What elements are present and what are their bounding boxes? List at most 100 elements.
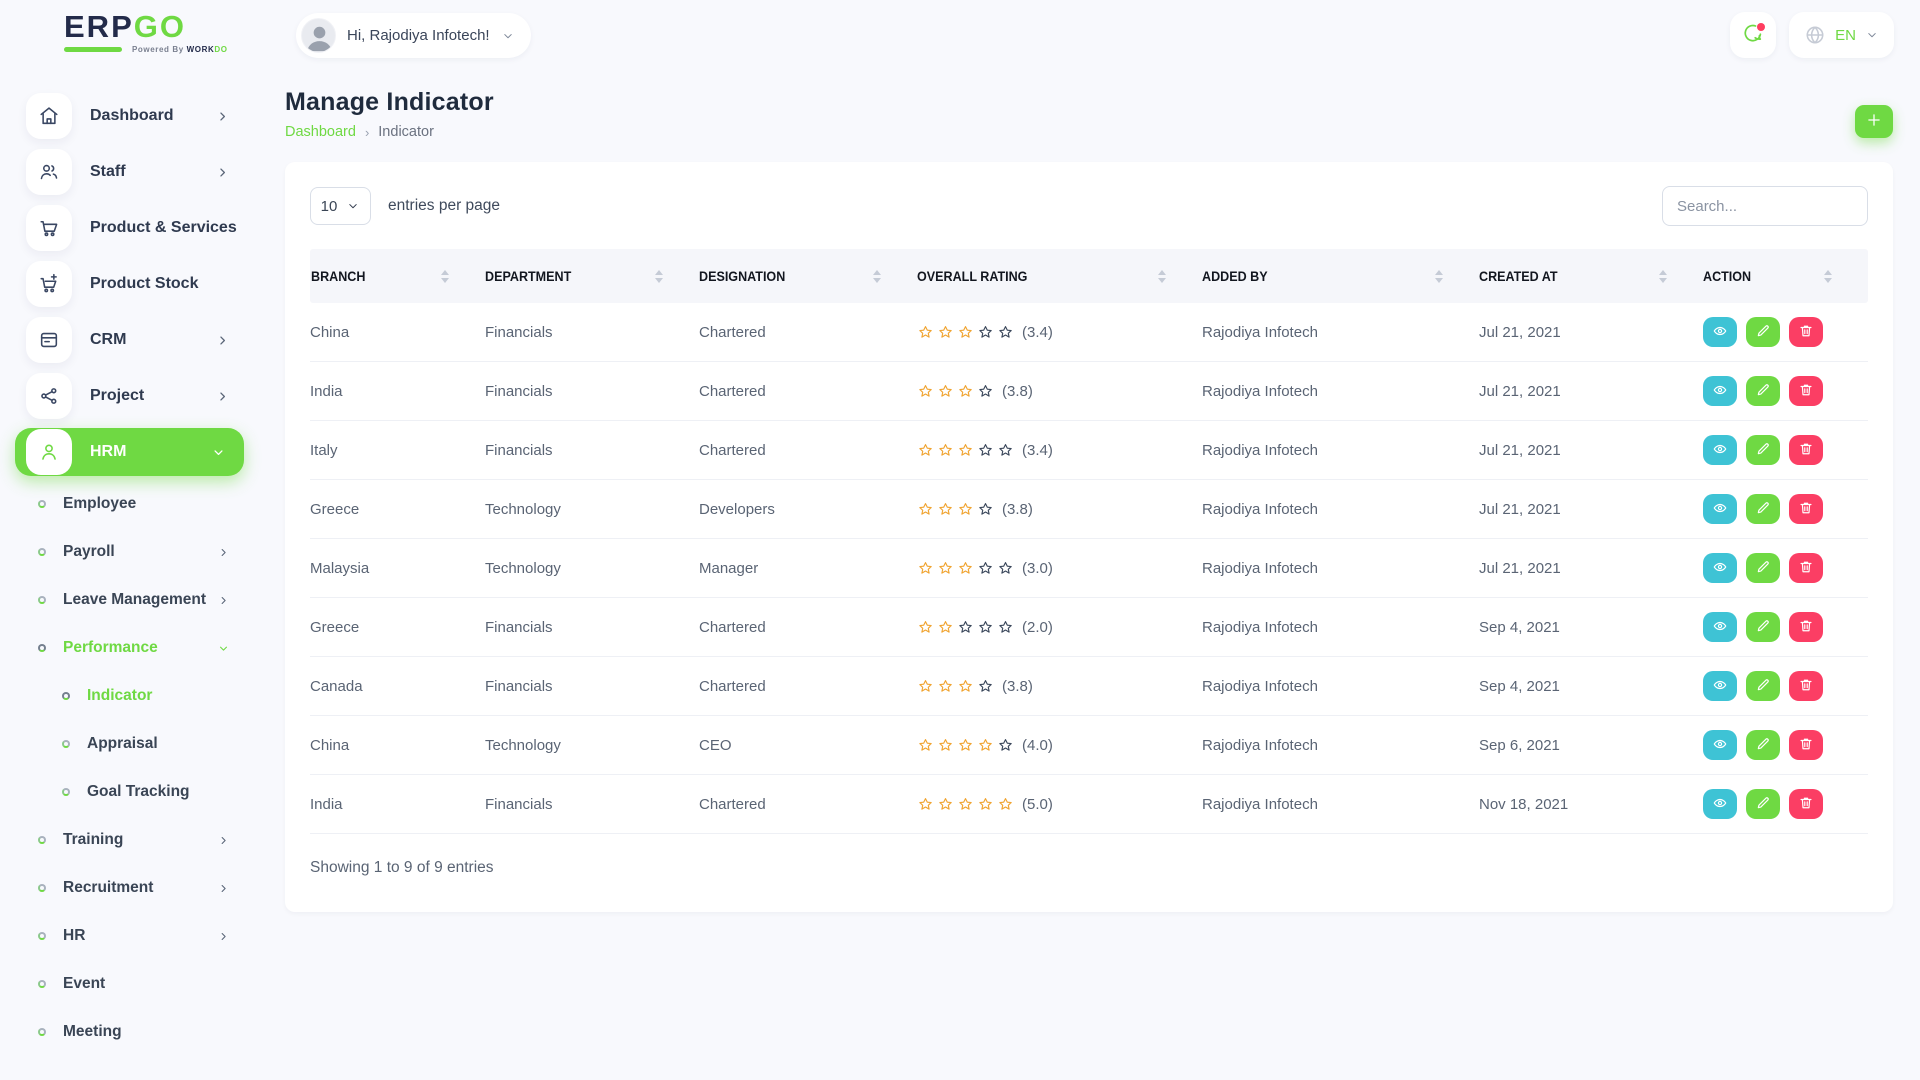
powered-by-work: WORK (187, 45, 215, 54)
sidebar-item-event[interactable]: Event (0, 960, 262, 1008)
delete-button[interactable] (1789, 435, 1823, 465)
delete-button[interactable] (1789, 612, 1823, 642)
sort-icon (873, 270, 881, 283)
column-header-label: BRANCH (311, 269, 365, 284)
app: ERPGO Powered By WORKDO Hi, Rajodiya Inf… (0, 0, 1920, 1080)
view-button[interactable] (1703, 730, 1737, 760)
view-button[interactable] (1703, 317, 1737, 347)
view-button[interactable] (1703, 671, 1737, 701)
star-icon (957, 737, 974, 754)
sidebar-item-staff[interactable]: Staff (0, 144, 262, 200)
breadcrumb-dashboard[interactable]: Dashboard (285, 124, 356, 140)
sidebar-item-product-stock[interactable]: Product Stock (0, 256, 262, 312)
topbar-actions: EN (1730, 12, 1894, 58)
column-header-department[interactable]: DEPARTMENT (485, 269, 699, 284)
sidebar-item-leave-management[interactable]: Leave Management (0, 576, 262, 624)
sidebar-item-indicator[interactable]: Indicator (0, 672, 262, 720)
delete-button[interactable] (1789, 376, 1823, 406)
trash-icon (1798, 441, 1814, 460)
messages-button[interactable] (1730, 12, 1776, 58)
column-header-branch[interactable]: BRANCH (310, 269, 485, 284)
delete-button[interactable] (1789, 317, 1823, 347)
delete-button[interactable] (1789, 730, 1823, 760)
edit-button[interactable] (1746, 553, 1780, 583)
user-menu[interactable]: Hi, Rajodiya Infotech! (296, 13, 531, 58)
edit-button[interactable] (1746, 730, 1780, 760)
globe-icon (1804, 24, 1826, 46)
column-header-created-at[interactable]: CREATED AT (1479, 269, 1703, 284)
edit-button[interactable] (1746, 435, 1780, 465)
sidebar-item-dashboard[interactable]: Dashboard (0, 88, 262, 144)
sidebar-item-product-services[interactable]: Product & Services (0, 200, 262, 256)
sidebar-item-hrm[interactable]: HRM (15, 428, 244, 476)
cell-overall-rating: (3.4) (917, 442, 1202, 459)
sidebar-item-appraisal[interactable]: Appraisal (0, 720, 262, 768)
bullet-icon (38, 836, 46, 844)
table-summary: Showing 1 to 9 of 9 entries (310, 859, 1868, 877)
chevron-right-icon (215, 389, 230, 404)
delete-button[interactable] (1789, 494, 1823, 524)
sidebar-item-goal-tracking[interactable]: Goal Tracking (0, 768, 262, 816)
edit-button[interactable] (1746, 671, 1780, 701)
edit-button[interactable] (1746, 317, 1780, 347)
language-selector[interactable]: EN (1789, 12, 1894, 58)
column-header-designation[interactable]: DESIGNATION (699, 269, 917, 284)
edit-button[interactable] (1746, 612, 1780, 642)
sidebar-item-training[interactable]: Training (0, 816, 262, 864)
sidebar-item-recruitment[interactable]: Recruitment (0, 864, 262, 912)
star-icon (917, 560, 934, 577)
view-button[interactable] (1703, 494, 1737, 524)
view-button[interactable] (1703, 553, 1737, 583)
sidebar-item-crm[interactable]: CRM (0, 312, 262, 368)
cart-plus-icon (26, 261, 72, 307)
star-icon (917, 324, 934, 341)
rating-value: (5.0) (1022, 796, 1053, 813)
star-icon (937, 383, 954, 400)
cell-branch: China (310, 737, 485, 754)
column-header-overall-rating[interactable]: OVERALL RATING (917, 269, 1202, 284)
delete-button[interactable] (1789, 553, 1823, 583)
delete-button[interactable] (1789, 789, 1823, 819)
add-indicator-button[interactable] (1855, 105, 1893, 138)
search-input[interactable] (1662, 186, 1868, 226)
powered-by-label: Powered By (132, 45, 184, 54)
star-icon (937, 560, 954, 577)
sidebar-item-label: Project (90, 387, 144, 405)
table-header-row: BRANCH DEPARTMENTDESIGNATIONOVERALL RATIN… (310, 249, 1868, 303)
edit-button[interactable] (1746, 789, 1780, 819)
chevron-right-icon (217, 594, 230, 607)
sidebar-item-performance[interactable]: Performance (0, 624, 262, 672)
delete-button[interactable] (1789, 671, 1823, 701)
cell-department: Financials (485, 442, 699, 459)
sidebar-item-payroll[interactable]: Payroll (0, 528, 262, 576)
star-icon (957, 619, 974, 636)
bullet-icon (38, 548, 46, 556)
sidebar-item-project[interactable]: Project (0, 368, 262, 424)
cell-designation: Developers (699, 501, 917, 518)
star-icon (977, 796, 994, 813)
sidebar-item-hr[interactable]: HR (0, 912, 262, 960)
chevron-down-icon (217, 642, 230, 655)
entries-per-page-select[interactable]: 10 (310, 187, 371, 225)
cell-designation: Chartered (699, 796, 917, 813)
sidebar-item-label: Product & Services (90, 219, 237, 237)
edit-button[interactable] (1746, 494, 1780, 524)
sidebar-item-label: CRM (90, 331, 126, 349)
trash-icon (1798, 500, 1814, 519)
edit-button[interactable] (1746, 376, 1780, 406)
view-button[interactable] (1703, 612, 1737, 642)
star-icon (957, 501, 974, 518)
column-header-added-by[interactable]: ADDED BY (1202, 269, 1479, 284)
star-icon (977, 678, 994, 695)
view-button[interactable] (1703, 435, 1737, 465)
chevron-right-icon (215, 333, 230, 348)
eye-icon (1712, 382, 1728, 401)
sidebar-item-employee[interactable]: Employee (0, 480, 262, 528)
star-icon (917, 442, 934, 459)
column-header-action[interactable]: ACTION (1703, 269, 1868, 284)
table-row: CanadaFinancialsChartered(3.8)Rajodiya I… (310, 657, 1868, 716)
breadcrumb: Dashboard › Indicator (285, 124, 1920, 140)
sidebar-item-meeting[interactable]: Meeting (0, 1008, 262, 1056)
view-button[interactable] (1703, 376, 1737, 406)
view-button[interactable] (1703, 789, 1737, 819)
